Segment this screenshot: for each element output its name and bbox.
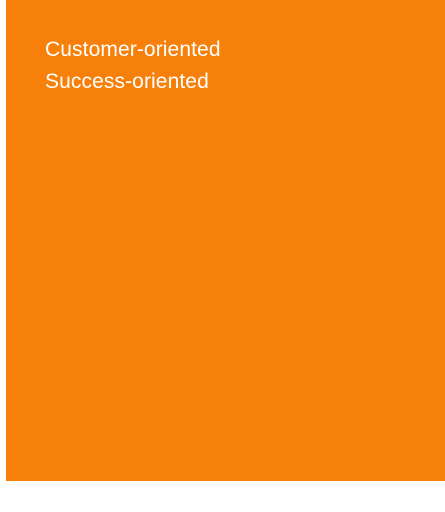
orange-text-card: Customer-oriented Success-oriented — [6, 0, 445, 481]
card-line-customer-oriented: Customer-oriented — [45, 38, 221, 61]
card-line-success-oriented: Success-oriented — [45, 70, 209, 93]
